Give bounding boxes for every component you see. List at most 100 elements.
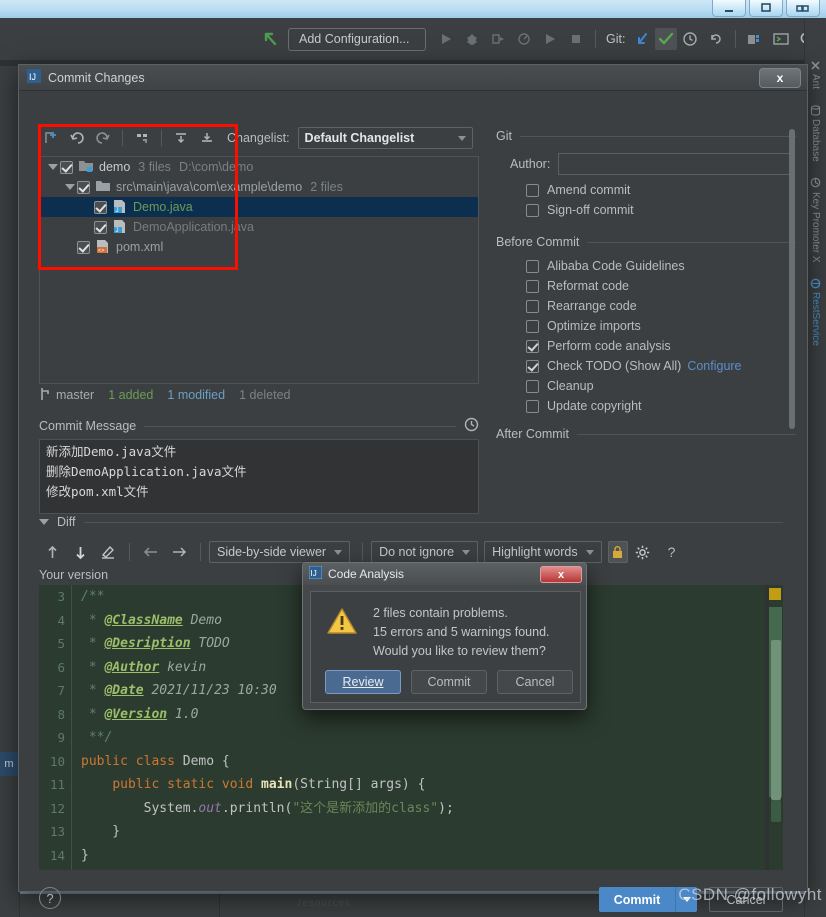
restore-button[interactable] <box>786 0 820 17</box>
editor-warning-marker[interactable] <box>769 588 781 600</box>
diff-highlight-mode-value: Highlight words <box>492 545 578 559</box>
tree-row[interactable]: <> pom.xml <box>40 237 478 257</box>
terminal-icon[interactable] <box>768 26 794 52</box>
checkbox-cleanup[interactable]: Cleanup <box>526 379 796 393</box>
editor-scrollbar-thumb[interactable] <box>771 640 781 800</box>
tree-row-checkbox[interactable] <box>77 240 90 254</box>
code-analysis-close-button[interactable]: x <box>540 566 582 583</box>
checkbox-check-todo-show-all[interactable]: Check TODO (Show All) Configure <box>526 359 796 373</box>
rail-item-key-promoter[interactable]: Key Promoter X <box>805 176 826 262</box>
maximize-button[interactable] <box>749 0 783 17</box>
run-2-icon[interactable] <box>537 26 563 52</box>
commit-message-header: Commit Message <box>39 417 479 435</box>
tree-row-checkbox[interactable] <box>94 200 107 214</box>
editor-scrollbar-thumb-secondary[interactable] <box>771 800 781 822</box>
commit-message-line: 修改pom.xml文件 <box>46 484 149 499</box>
editor-scrollbar[interactable] <box>769 585 783 870</box>
editor-line-number: 10 <box>49 753 65 769</box>
tree-row-checkbox[interactable] <box>77 180 90 194</box>
tree-row-checkbox[interactable] <box>94 220 107 234</box>
changelist-value: Default Changelist <box>304 131 415 145</box>
checkbox-box <box>526 299 539 313</box>
checkbox-box <box>526 279 539 293</box>
expand-all-icon[interactable] <box>169 127 193 149</box>
stop-icon[interactable] <box>563 26 589 52</box>
left-tool-tab[interactable]: m <box>0 752 18 776</box>
code-token: Demo <box>182 612 222 628</box>
run-configuration-selector[interactable]: Add Configuration... <box>288 27 426 51</box>
code-token: Demo <box>182 753 222 769</box>
tree-row[interactable]: demo 3 files D:\com\demo <box>40 157 478 177</box>
minimize-button[interactable] <box>712 0 746 17</box>
next-difference-icon[interactable] <box>67 540 93 564</box>
history-icon[interactable] <box>677 26 703 52</box>
update-project-icon[interactable] <box>629 26 655 52</box>
run-icon[interactable] <box>433 26 459 52</box>
watermark: CSDN @followyht <box>678 885 822 904</box>
commit-message-title: Commit Message <box>39 419 137 433</box>
diff-help-button[interactable]: ? <box>668 544 676 560</box>
diff-ignore-mode-combobox[interactable]: Do not ignore <box>371 541 479 563</box>
tree-row-name: src\main\java\com\example\demo <box>116 180 303 194</box>
checkbox-alibaba-code-guidelines[interactable]: Alibaba Code Guidelines <box>526 259 796 273</box>
rail-item-ant[interactable]: Ant <box>805 58 826 89</box>
checkbox-label: Amend commit <box>547 183 631 197</box>
rail-item-rest-service[interactable]: RestService <box>805 276 826 346</box>
project-structure-icon[interactable] <box>742 26 768 52</box>
tree-row[interactable]: J Demo.java <box>40 197 478 217</box>
review-button[interactable]: Review <box>325 670 401 694</box>
revert-icon[interactable] <box>65 127 89 149</box>
checkbox-reformat-code[interactable]: Reformat code <box>526 279 796 293</box>
accept-left-icon[interactable] <box>138 540 164 564</box>
gear-icon[interactable] <box>630 540 656 564</box>
checkbox-update-copyright[interactable]: Update copyright <box>526 399 796 413</box>
accept-right-icon[interactable] <box>166 540 192 564</box>
code-token: main <box>261 777 293 792</box>
checkbox-amend-commit[interactable]: Amend commit <box>526 183 796 197</box>
os-window-controls <box>712 0 820 17</box>
code-analysis-cancel-button[interactable]: Cancel <box>497 670 573 694</box>
back-arrow-icon[interactable] <box>258 26 284 52</box>
code-token: 1.0 <box>167 706 199 722</box>
collapse-all-icon[interactable] <box>195 127 219 149</box>
commit-icon[interactable] <box>655 28 678 50</box>
checkbox-optimize-imports[interactable]: Optimize imports <box>526 319 796 333</box>
edit-source-icon[interactable] <box>95 540 121 564</box>
diff-section-header[interactable]: Diff <box>39 513 783 531</box>
commit-button[interactable]: Commit <box>599 887 675 912</box>
chevron-down-icon[interactable] <box>63 184 77 190</box>
tree-row-checkbox[interactable] <box>60 160 73 174</box>
debug-icon[interactable] <box>459 26 485 52</box>
changes-file-tree[interactable]: demo 3 files D:\com\demo src\main\java\com\… <box>39 156 479 384</box>
previous-difference-icon[interactable] <box>39 540 65 564</box>
help-button[interactable]: ? <box>39 887 61 909</box>
commit-anyway-button[interactable]: Commit <box>411 670 487 694</box>
options-scrollbar[interactable] <box>789 129 795 429</box>
dialog-close-button[interactable]: x <box>759 68 801 88</box>
rail-item-database[interactable]: Database <box>805 103 826 162</box>
run-with-coverage-icon[interactable] <box>485 26 511 52</box>
tree-row[interactable]: J DemoApplication.java <box>40 217 478 237</box>
checkbox-rearrange-code[interactable]: Rearrange code <box>526 299 796 313</box>
lock-icon[interactable] <box>607 541 628 563</box>
clock-icon[interactable] <box>464 417 479 435</box>
chevron-down-icon[interactable] <box>46 164 60 170</box>
rollback-icon[interactable] <box>703 26 729 52</box>
refresh-icon[interactable] <box>91 127 115 149</box>
checkbox-perform-code-analysis[interactable]: Perform code analysis <box>526 339 796 353</box>
show-diff-icon[interactable] <box>39 127 63 149</box>
editor-code-line: } <box>73 844 454 868</box>
checkbox-label: Cleanup <box>547 379 594 393</box>
diff-viewer-mode-combobox[interactable]: Side-by-side viewer <box>209 541 351 563</box>
changelist-combobox[interactable]: Default Changelist <box>297 127 473 149</box>
tree-row[interactable]: src\main\java\com\example\demo 2 files <box>40 177 478 197</box>
profile-icon[interactable] <box>511 26 537 52</box>
group-by-icon[interactable] <box>130 127 154 149</box>
author-input[interactable] <box>558 153 796 175</box>
changelist-label: Changelist: <box>227 131 290 145</box>
configure-link[interactable]: Configure <box>687 359 741 373</box>
checkbox-sign-off-commit[interactable]: Sign-off commit <box>526 203 796 217</box>
diff-highlight-mode-combobox[interactable]: Highlight words <box>484 541 602 563</box>
commit-message-textarea[interactable]: 新添加Demo.java文件 删除DemoApplication.java文件 … <box>39 439 479 514</box>
